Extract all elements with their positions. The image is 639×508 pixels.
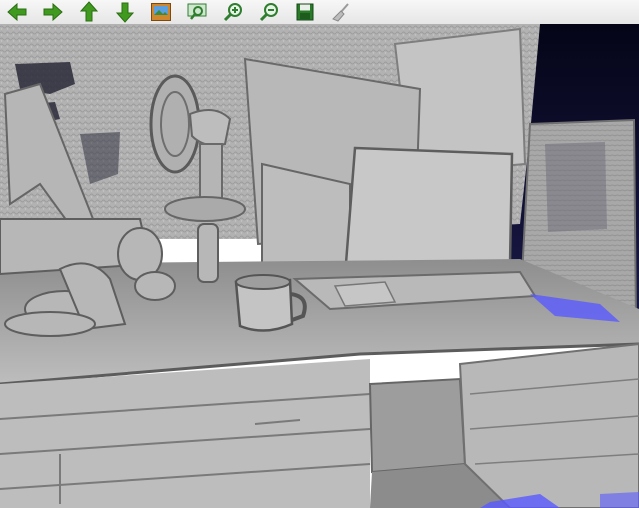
zoom-in-icon (223, 3, 242, 22)
arrow-left-icon (7, 2, 27, 22)
arrow-down-icon (115, 2, 135, 23)
toolbar (0, 0, 639, 25)
zoom-fit-button[interactable] (182, 0, 212, 24)
mouse (333, 281, 397, 307)
broom-icon (332, 3, 349, 22)
zoom-out-icon (259, 3, 278, 22)
arrow-up-icon (79, 1, 99, 22)
arrow-right-icon (43, 2, 63, 22)
back-button[interactable] (2, 0, 32, 24)
save-button[interactable] (290, 0, 320, 24)
clear-button[interactable] (326, 0, 356, 24)
zoom-fit-icon (187, 3, 207, 20)
3d-viewport[interactable] (0, 24, 639, 508)
save-icon (296, 3, 314, 21)
knee-space (368, 377, 467, 474)
snapshot-button[interactable] (146, 0, 176, 24)
desk-pedestal (458, 342, 639, 508)
zoom-out-button[interactable] (254, 0, 284, 24)
forward-button[interactable] (38, 0, 68, 24)
mesh-render (0, 24, 639, 508)
up-button[interactable] (74, 0, 104, 24)
down-button[interactable] (110, 0, 140, 24)
monitor-main (343, 146, 514, 278)
zoom-in-button[interactable] (218, 0, 248, 24)
image-icon (151, 3, 171, 21)
